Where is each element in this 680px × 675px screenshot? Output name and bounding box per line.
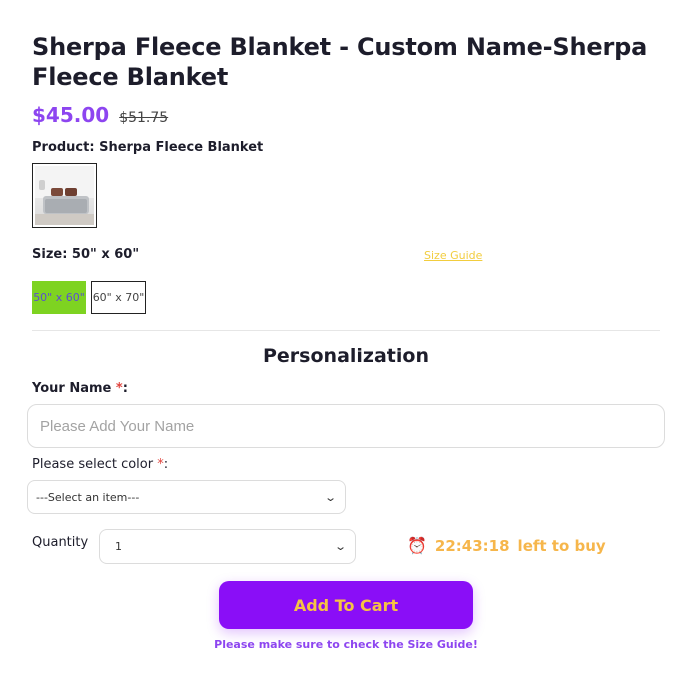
chevron-down-icon: ⌄ [333, 540, 347, 553]
color-field-label: Please select color *: [32, 457, 169, 472]
size-option-50x60[interactable]: 50" x 60" [32, 281, 86, 314]
sale-price: $45.00 [32, 103, 110, 127]
countdown-timer: ⏰ 22:43:18 left to buy [407, 536, 606, 555]
timer-time: 22:43:18 [434, 536, 510, 555]
product-thumbnail[interactable] [32, 163, 97, 228]
name-input[interactable] [27, 404, 665, 448]
color-select-value: ---Select an item--- [36, 490, 140, 504]
quantity-value: 1 [115, 540, 122, 553]
add-to-cart-button[interactable]: Add To Cart [219, 581, 473, 629]
color-select[interactable]: ---Select an item--- ⌄ [27, 480, 346, 514]
quantity-select[interactable]: 1 ⌄ [99, 529, 356, 564]
size-option-60x70[interactable]: 60" x 70" [91, 281, 146, 314]
name-field-label: Your Name *: [32, 381, 128, 396]
alarm-clock-icon: ⏰ [407, 536, 427, 555]
required-marker: * [115, 381, 123, 396]
size-guide-note: Please make sure to check the Size Guide… [214, 638, 478, 651]
product-variant-label: Product: Sherpa Fleece Blanket [32, 140, 264, 155]
price-row: $45.00 $51.75 [32, 103, 168, 127]
chevron-down-icon: ⌄ [323, 490, 337, 504]
timer-text: left to buy [517, 536, 606, 555]
divider [32, 330, 660, 331]
quantity-label: Quantity [32, 535, 89, 550]
original-price: $51.75 [119, 110, 169, 126]
size-label: Size: 50" x 60" [32, 247, 140, 262]
personalization-heading: Personalization [263, 345, 429, 367]
size-guide-link[interactable]: Size Guide [424, 249, 482, 262]
bedroom-image [35, 166, 94, 225]
product-title: Sherpa Fleece Blanket - Custom Name-Sher… [32, 33, 648, 91]
